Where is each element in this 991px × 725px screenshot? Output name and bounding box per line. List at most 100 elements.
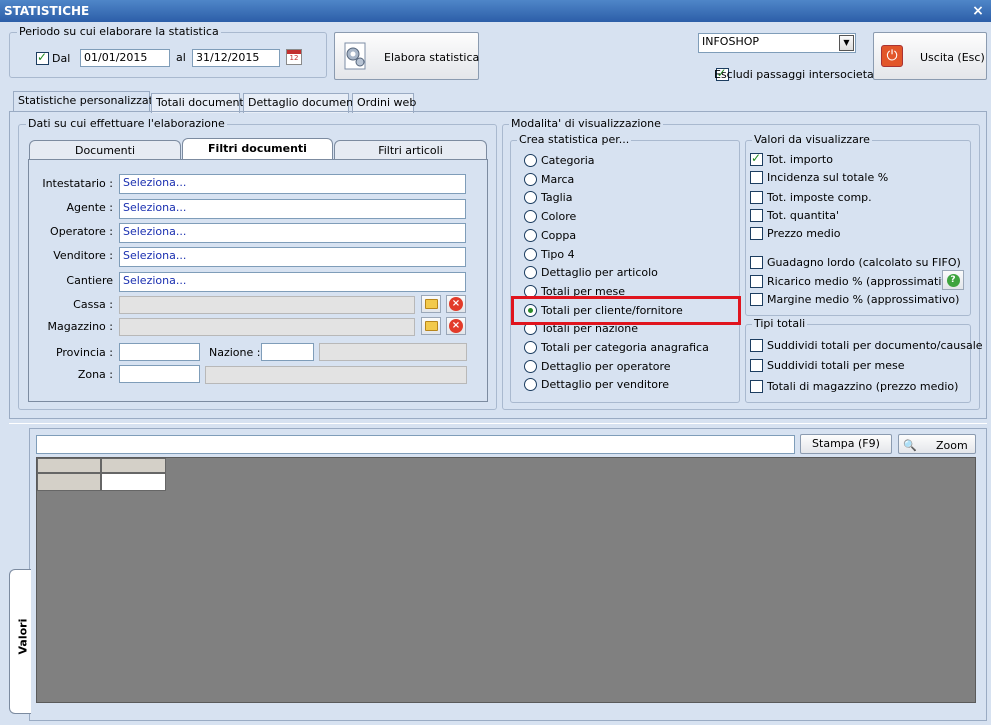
value-option[interactable]: Prezzo medio — [750, 227, 841, 240]
radio-button[interactable] — [524, 210, 537, 224]
date-to-field[interactable]: 31/12/2015 — [192, 49, 280, 67]
value-option[interactable]: Tot. quantita' — [750, 209, 839, 222]
exit-label: Uscita (Esc) — [920, 51, 985, 64]
value-checkbox[interactable] — [750, 256, 763, 269]
value-checkbox[interactable] — [750, 151, 763, 166]
radio-button[interactable] — [524, 266, 537, 280]
totals-option[interactable]: Suddividi totali per documento/causale — [750, 339, 983, 352]
value-option[interactable]: Tot. importo — [750, 151, 833, 166]
clear-icon[interactable]: × — [446, 317, 466, 335]
zoom-button[interactable]: 🔍 Zoom — [898, 434, 976, 454]
subtab-filtri-documenti[interactable]: Filtri documenti — [182, 138, 333, 160]
tab-totali-documenti[interactable]: Totali documenti — [151, 93, 247, 113]
nazione-label: Nazione : — [209, 346, 261, 359]
valori-side-label: Valori — [16, 618, 30, 655]
subtab-filtri-articoli[interactable]: Filtri articoli — [334, 140, 487, 160]
value-option[interactable]: Guadagno lordo (calcolato su FIFO) — [750, 256, 961, 269]
create-option[interactable]: Categoria — [524, 154, 595, 167]
folder-icon[interactable] — [421, 317, 441, 335]
nazione-description — [319, 343, 467, 361]
data-grid[interactable] — [36, 457, 976, 703]
totals-checkbox[interactable] — [750, 359, 763, 372]
totals-checkbox[interactable] — [750, 380, 763, 393]
grid-cell[interactable] — [101, 473, 166, 491]
totals-option[interactable]: Totali di magazzino (prezzo medio) — [750, 380, 958, 393]
value-label: Margine medio % (approssimativo) — [767, 293, 960, 306]
create-option[interactable]: Taglia — [524, 191, 573, 205]
dal-checkbox[interactable] — [36, 50, 49, 65]
create-option[interactable]: Coppa — [524, 228, 577, 242]
radio-button[interactable] — [524, 378, 537, 392]
create-option[interactable]: Colore — [524, 210, 577, 224]
tab-ordini-web[interactable]: Ordini web — [352, 93, 416, 113]
cantiere-field[interactable]: Seleziona... — [119, 272, 466, 292]
provincia-field[interactable] — [119, 343, 200, 361]
nazione-field[interactable] — [261, 343, 314, 361]
date-from-field[interactable]: 01/01/2015 — [80, 49, 170, 67]
elabora-button[interactable]: Elabora statistica — [334, 32, 479, 80]
radio-button[interactable] — [524, 341, 537, 354]
create-option[interactable]: Totali per categoria anagrafica — [524, 341, 709, 354]
totals-checkbox[interactable] — [750, 339, 763, 352]
radio-button[interactable] — [524, 359, 537, 373]
power-icon: ⏻ — [881, 45, 903, 67]
grid-header-cell — [37, 458, 101, 473]
venditore-label: Venditore : — [53, 249, 113, 262]
radio-button[interactable] — [524, 228, 537, 242]
agente-field[interactable]: Seleziona... — [119, 199, 466, 219]
print-button[interactable]: Stampa (F9) — [800, 434, 892, 454]
grid-row-header — [37, 473, 101, 491]
value-checkbox[interactable] — [750, 209, 763, 222]
tab-statistiche-personalizzate[interactable]: Statistiche personalizzate — [13, 91, 160, 112]
splitter[interactable] — [9, 418, 987, 424]
result-title-field[interactable] — [36, 435, 795, 454]
value-option[interactable]: Margine medio % (approssimativo) — [750, 293, 959, 306]
radio-button[interactable] — [524, 247, 537, 261]
create-option-label: Colore — [541, 210, 577, 224]
exit-button[interactable]: ⏻ Uscita (Esc) — [873, 32, 987, 80]
zona-field[interactable] — [119, 365, 200, 383]
value-checkbox[interactable] — [750, 275, 763, 288]
company-select-value: INFOSHOP — [702, 35, 760, 48]
subtab-documenti[interactable]: Documenti — [29, 140, 181, 160]
value-option[interactable]: Tot. imposte comp. — [750, 191, 872, 204]
value-checkbox[interactable] — [750, 191, 763, 204]
filters-legend: Dati su cui effettuare l'elaborazione — [26, 117, 227, 130]
totals-label: Totali di magazzino (prezzo medio) — [767, 380, 959, 393]
venditore-field[interactable]: Seleziona... — [119, 247, 466, 267]
radio-button[interactable] — [524, 191, 537, 205]
create-option-label: Dettaglio per venditore — [541, 378, 670, 392]
create-option-label: Taglia — [541, 191, 573, 205]
create-option-label: Tipo 4 — [541, 247, 575, 261]
intestatario-field[interactable]: Seleziona... — [119, 174, 466, 194]
create-option-label: Coppa — [541, 228, 577, 242]
calendar-icon[interactable]: 12 — [286, 49, 302, 65]
exclude-label: Escludi passaggi intersocietari — [714, 68, 882, 81]
totals-option[interactable]: Suddividi totali per mese — [750, 359, 905, 372]
value-checkbox[interactable] — [750, 171, 763, 184]
clear-icon[interactable]: × — [446, 295, 466, 313]
tab-dettaglio-documenti[interactable]: Dettaglio documenti — [243, 93, 360, 113]
create-option[interactable]: Dettaglio per articolo — [524, 266, 658, 280]
chevron-down-icon[interactable]: ▼ — [839, 35, 854, 51]
value-option[interactable]: Ricarico medio % (approssimativo) — [750, 275, 959, 288]
value-checkbox[interactable] — [750, 293, 763, 306]
value-label: Tot. importo — [767, 153, 833, 166]
intestatario-label: Intestatario : — [42, 177, 113, 190]
value-option[interactable]: Incidenza sul totale % — [750, 171, 888, 184]
create-option[interactable]: Dettaglio per venditore — [524, 378, 670, 392]
value-label: Guadagno lordo (calcolato su FIFO) — [767, 256, 961, 269]
folder-icon[interactable] — [421, 295, 441, 313]
period-legend: Periodo su cui elaborare la statistica — [17, 25, 221, 38]
provincia-label: Provincia : — [55, 346, 113, 359]
company-select[interactable]: INFOSHOP ▼ — [698, 33, 856, 53]
help-icon[interactable]: ? — [942, 270, 964, 290]
operatore-field[interactable]: Seleziona... — [119, 223, 466, 243]
radio-button[interactable] — [524, 172, 537, 186]
create-option[interactable]: Marca — [524, 172, 574, 186]
create-option[interactable]: Tipo 4 — [524, 247, 575, 261]
value-checkbox[interactable] — [750, 227, 763, 240]
radio-button[interactable] — [524, 154, 537, 167]
create-option[interactable]: Dettaglio per operatore — [524, 359, 671, 373]
close-icon[interactable]: × — [971, 0, 985, 22]
